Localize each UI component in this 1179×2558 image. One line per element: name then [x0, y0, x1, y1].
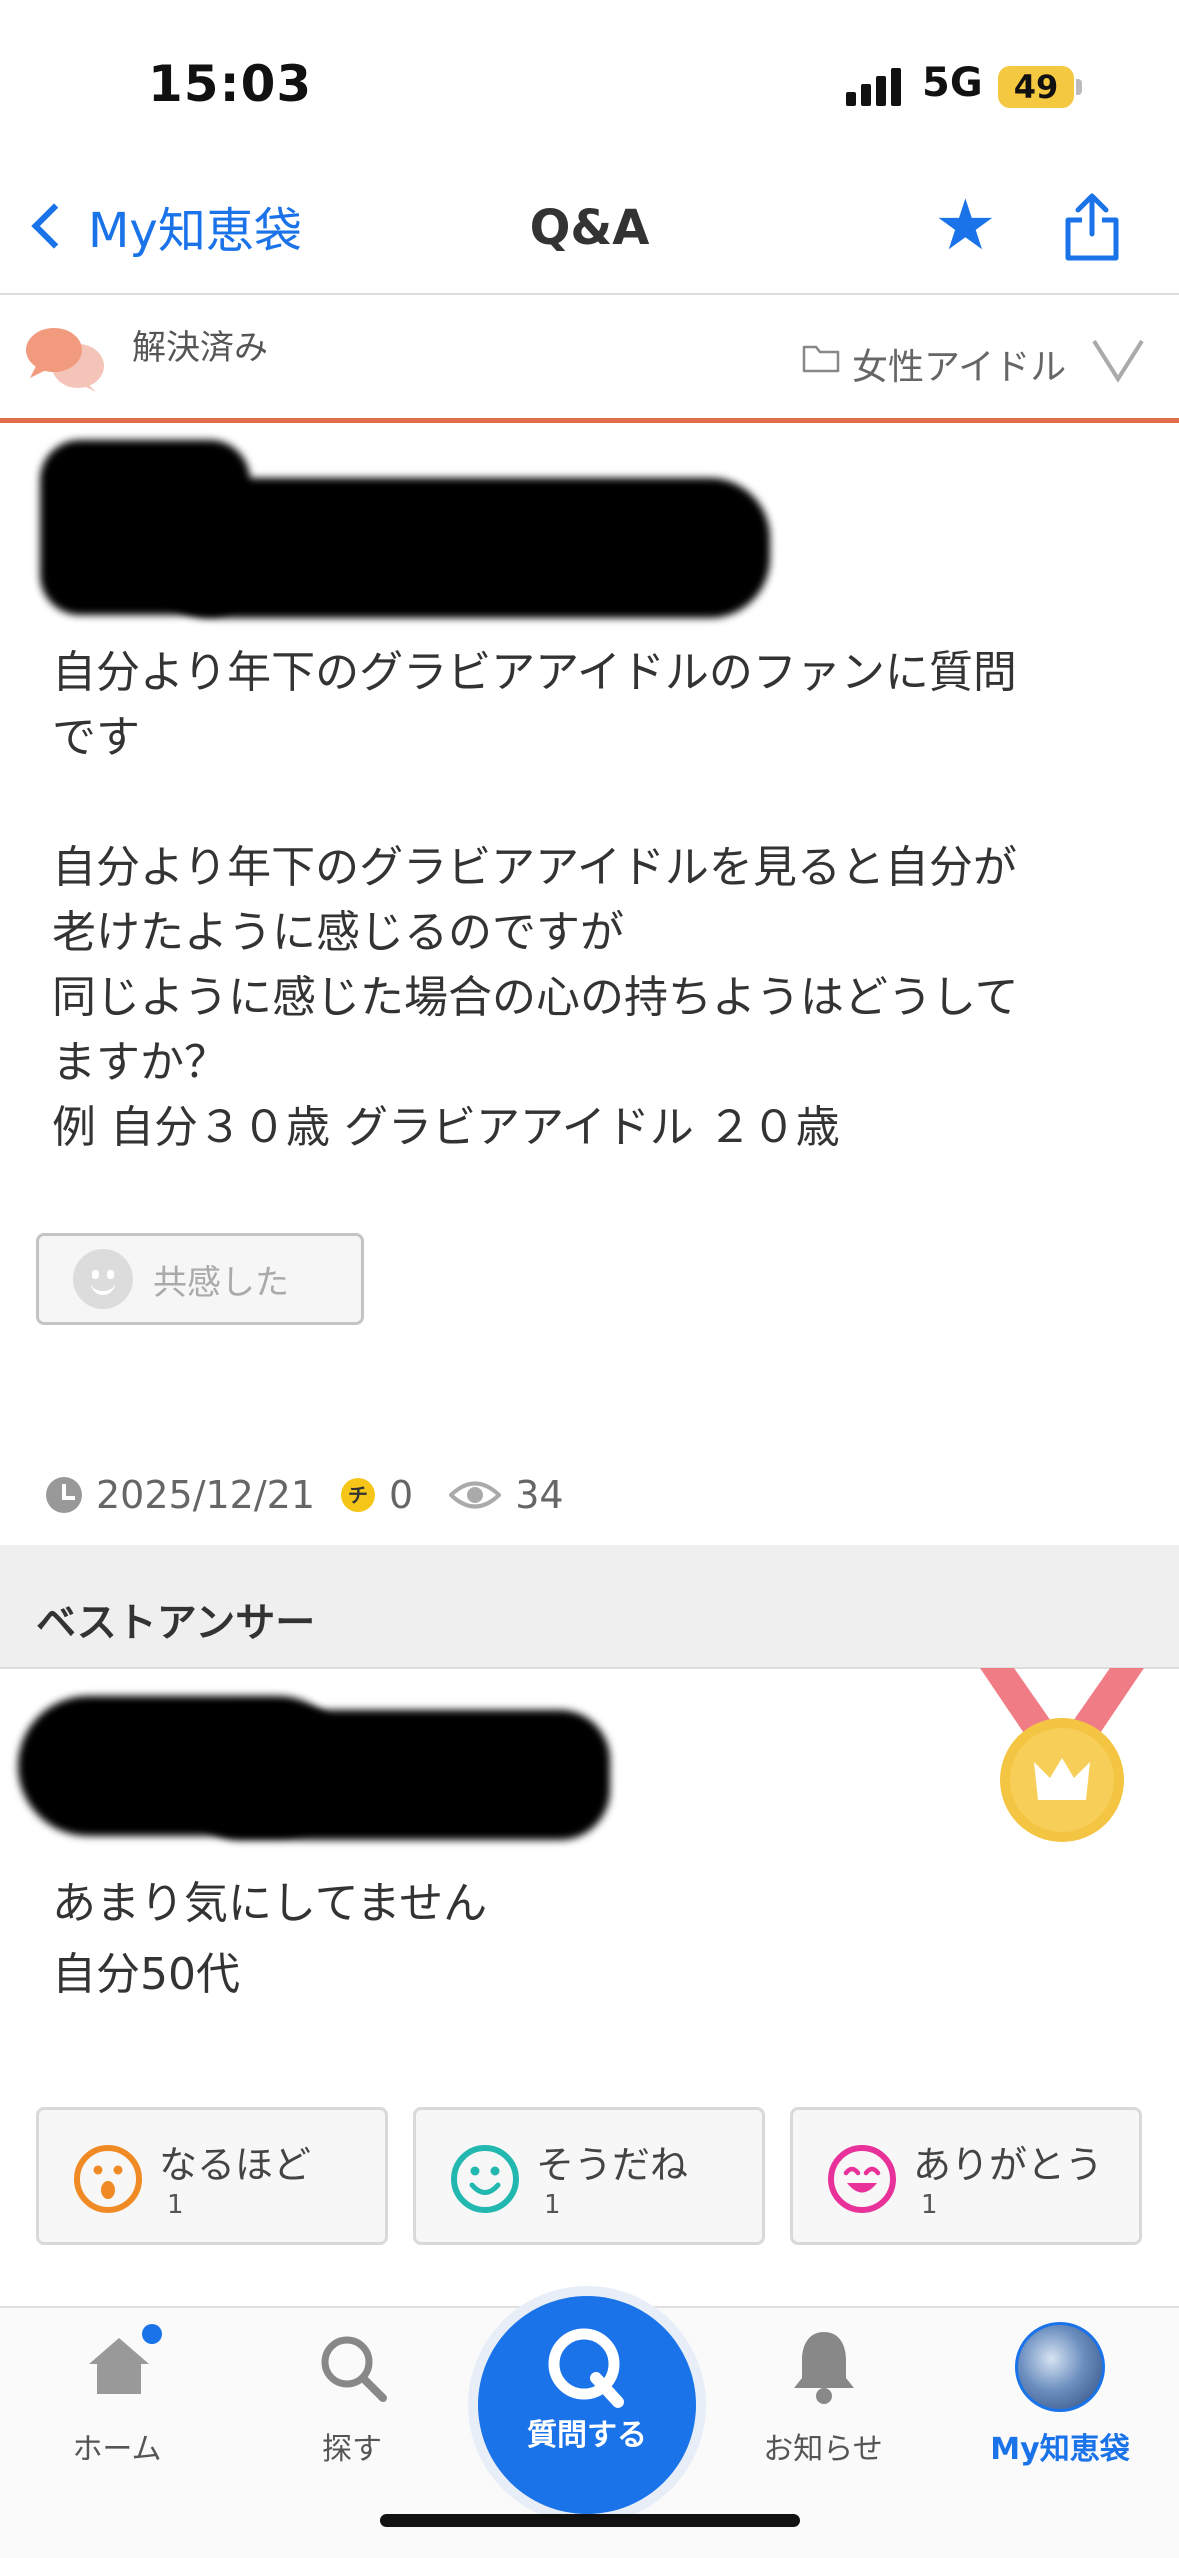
reaction-label: なるほど: [159, 2143, 312, 2187]
avatar: [1015, 2322, 1105, 2412]
ask-question-button[interactable]: 質問する: [478, 2296, 696, 2514]
search-icon: [321, 2336, 387, 2402]
reaction-naruhodo-button[interactable]: なるほど 1: [36, 2107, 388, 2245]
clock-icon: [46, 1477, 82, 1513]
reaction-count: 1: [167, 2190, 184, 2220]
bell-icon: [794, 2332, 854, 2404]
home-indicator: [380, 2514, 800, 2527]
eye-icon: [449, 1481, 502, 1509]
surprised-face-icon: [74, 2145, 142, 2213]
question-q-icon: [548, 2328, 624, 2408]
speech-bubbles-icon: [26, 328, 104, 392]
battery-tip: [1076, 79, 1082, 95]
view-count: 34: [515, 1473, 564, 1517]
resolved-status: 解決済み: [132, 328, 268, 368]
question-date: 2025/12/21: [96, 1473, 316, 1517]
answer-body: あまり気にしてません 自分50代: [52, 1878, 488, 2000]
battery-icon: 49: [998, 66, 1074, 108]
tab-home-label: ホーム: [72, 2432, 162, 2467]
empathy-label: 共感した: [153, 1262, 289, 1303]
category-link[interactable]: 女性アイドル: [852, 338, 1066, 390]
tab-my-chiebukuro-label: My知恵袋: [990, 2432, 1130, 2467]
status-time: 15:03: [148, 55, 313, 113]
ask-question-label: 質問する: [527, 2418, 647, 2453]
coin-count: 0: [389, 1473, 414, 1517]
reaction-label: そうだね: [536, 2143, 689, 2187]
page-title: Q&A: [529, 200, 650, 256]
chevron-down-icon[interactable]: [1090, 335, 1146, 385]
redacted-username: [190, 1710, 610, 1840]
tab-search-label: 探す: [322, 2432, 382, 2467]
folder-icon: [802, 345, 840, 373]
reaction-count: 1: [544, 2190, 561, 2220]
reaction-count: 1: [921, 2190, 938, 2220]
star-icon[interactable]: ★: [934, 190, 997, 260]
network-type: 5G: [922, 60, 983, 106]
tab-notifications-label: お知らせ: [763, 2432, 883, 2467]
best-answer-medal-icon: [980, 1668, 1144, 1842]
notification-dot: [142, 2324, 162, 2344]
redacted-username: [150, 478, 770, 618]
category-divider: [0, 418, 1179, 423]
coin-icon: チ: [341, 1478, 376, 1512]
question-meta: 2025/12/21 チ 0 34: [46, 1470, 564, 1520]
reaction-arigatou-button[interactable]: ありがとう 1: [790, 2107, 1142, 2245]
empathy-button[interactable]: 共感した: [36, 1233, 364, 1325]
reaction-label: ありがとう: [913, 2143, 1104, 2187]
smile-face-icon: [451, 2145, 519, 2213]
nav-divider: [0, 293, 1179, 295]
share-icon[interactable]: [1062, 190, 1122, 262]
happy-face-icon: [828, 2145, 896, 2213]
best-answer-title: ベストアンサー: [36, 1600, 316, 1646]
reaction-soudane-button[interactable]: そうだね 1: [413, 2107, 765, 2245]
signal-icon: [846, 66, 906, 106]
smile-icon: [73, 1249, 133, 1309]
question-body: 自分より年下のグラビアアイドルのファンに質問 です 自分より年下のグラビアアイド…: [52, 647, 1019, 1153]
